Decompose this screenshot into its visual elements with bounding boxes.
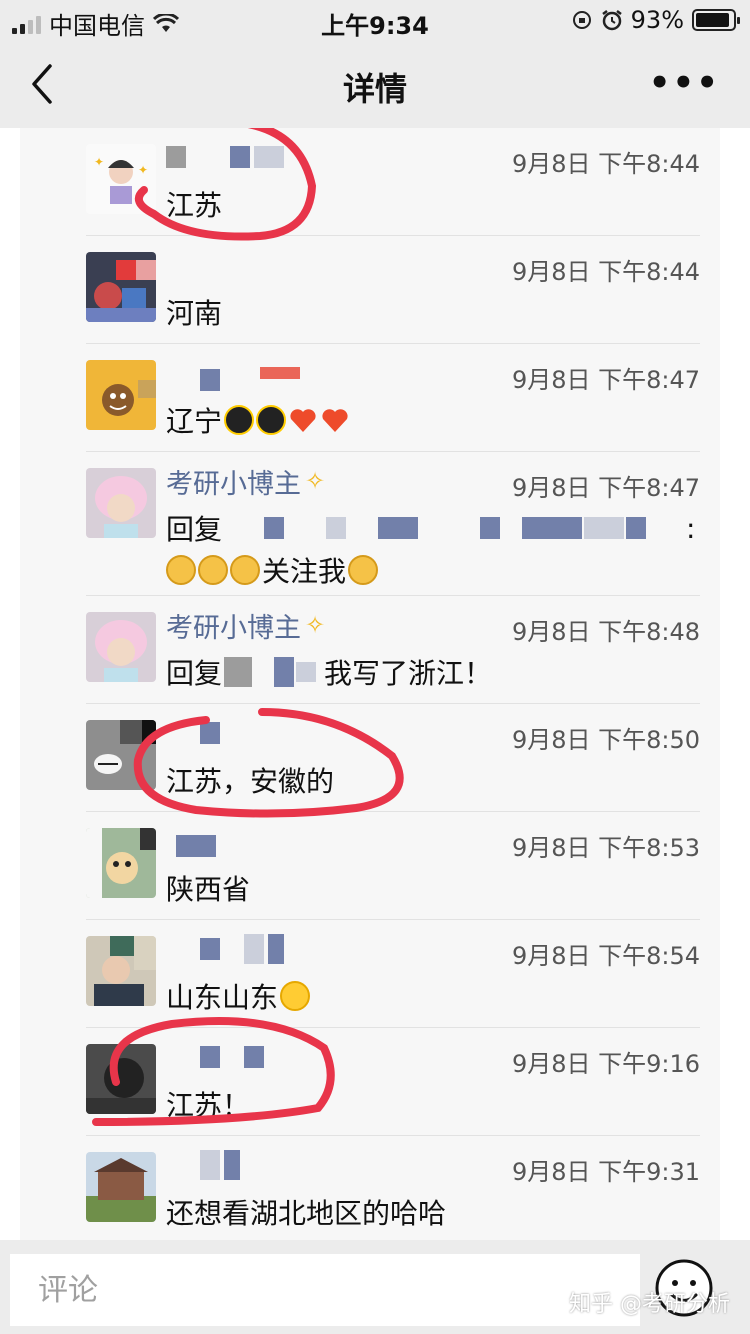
avatar[interactable] [86, 360, 156, 430]
nav-bar: 详情 ••• [0, 40, 750, 128]
comment-text: 河南 [166, 297, 223, 330]
comment-text: 江苏！ [166, 1089, 251, 1122]
battery-percent: 93% [630, 6, 684, 34]
avatar[interactable] [86, 612, 156, 682]
comment-text-body: 辽宁 [166, 405, 223, 438]
reply-label: 回复 [166, 513, 223, 546]
ellipsis-icon: ••• [648, 63, 720, 103]
penguin-emoji-icon [256, 405, 287, 435]
status-bar: 中国电信 上午9:34 93% [0, 0, 750, 40]
avatar[interactable] [86, 1152, 156, 1222]
heart-emoji-icon [290, 409, 316, 432]
comment-time: 9月8日 下午8:44 [511, 150, 700, 178]
comment-row[interactable]: 考研小博主 ✧ 9月8日 下午8:48 回复 我写了浙江！ [20, 596, 720, 704]
doge-emoji-icon [166, 555, 196, 585]
avatar[interactable] [86, 936, 156, 1006]
avatar[interactable] [86, 720, 156, 790]
battery-icon [692, 9, 740, 31]
comment-text: 陕西省 [166, 873, 251, 906]
nickname[interactable]: 考研小博主 ✧ [166, 464, 326, 500]
comment-time: 9月8日 下午9:31 [511, 1158, 700, 1186]
comment-text: 回复 : [166, 508, 695, 548]
comment-time: 9月8日 下午8:53 [511, 834, 700, 862]
comment-row[interactable]: 考研小博主 ✧ 9月8日 下午8:47 回复 : 关注我 [20, 452, 720, 596]
alarm-icon [601, 10, 622, 31]
svg-text:✦: ✦ [94, 155, 104, 169]
comment-time: 9月8日 下午8:50 [511, 726, 700, 754]
avatar[interactable] [86, 252, 156, 322]
svg-text:✦: ✦ [138, 163, 148, 177]
comment-text: 江苏，安徽的 [166, 765, 335, 798]
comment-row[interactable]: 9月8日 下午8:44 河南 [20, 236, 720, 344]
comment-text: 回复 我写了浙江！ [166, 652, 492, 692]
penguin-emoji-icon [224, 405, 255, 435]
nickname-redacted[interactable] [166, 140, 284, 174]
comment-time: 9月8日 下午8:54 [511, 942, 700, 970]
comment-time: 9月8日 下午8:48 [511, 618, 700, 646]
avatar[interactable] [86, 828, 156, 898]
nickname-redacted[interactable] [166, 1148, 240, 1182]
comment-row[interactable]: 9月8日 下午9:16 江苏！ [20, 1028, 720, 1136]
comment-text-body: 山东山东 [166, 981, 279, 1014]
sparkle-icon: ✧ [305, 467, 326, 495]
comment-text: 辽宁 [166, 400, 350, 440]
comment-text: 江苏 [166, 189, 223, 222]
comment-row[interactable]: 9月8日 下午8:53 陕西省 [20, 812, 720, 920]
rotation-lock-icon [572, 11, 591, 29]
comment-row[interactable]: 9月8日 下午9:31 还想看湖北地区的哈哈 [20, 1136, 720, 1240]
comment-text: 还想看湖北地区的哈哈 [166, 1197, 447, 1230]
doge-emoji-icon [230, 555, 260, 585]
comment-row[interactable]: 9月8日 下午8:54 山东山东 [20, 920, 720, 1028]
comment-row[interactable]: 9月8日 下午8:50 江苏，安徽的 [20, 704, 720, 812]
comment-text-body: 我写了浙江！ [324, 657, 493, 690]
reply-label: 回复 [166, 657, 223, 690]
comment-row[interactable]: 9月8日 下午8:47 辽宁 [20, 344, 720, 452]
comment-text-line2: 关注我 [166, 550, 379, 590]
avatar[interactable] [86, 1044, 156, 1114]
sparkle-icon: ✧ [305, 611, 326, 639]
nickname-redacted[interactable] [166, 824, 216, 858]
avatar[interactable] [86, 468, 156, 538]
nickname[interactable]: 考研小博主 ✧ [166, 608, 326, 644]
comment-time: 9月8日 下午9:16 [511, 1050, 700, 1078]
avatar[interactable]: ✦ ✦ [86, 144, 156, 214]
doge-emoji-icon [198, 555, 228, 585]
more-button[interactable]: ••• [649, 66, 720, 100]
nickname-redacted[interactable] [166, 932, 284, 966]
nickname-redacted[interactable] [166, 356, 300, 391]
watermark: 知乎 @考研分析 [569, 1292, 730, 1317]
doge-emoji-icon [348, 555, 379, 585]
comment-time: 9月8日 下午8:47 [511, 366, 700, 394]
comment-time: 9月8日 下午8:47 [511, 474, 700, 502]
comment-bar: 知乎 @考研分析 [0, 1240, 750, 1334]
nickname-redacted[interactable] [166, 716, 220, 750]
comment-text-body: 关注我 [262, 555, 347, 588]
nickname-redacted[interactable] [166, 1040, 264, 1074]
comment-time: 9月8日 下午8:44 [511, 258, 700, 286]
status-right: 93% [571, 6, 740, 34]
comment-row[interactable]: ✦ ✦ 9月8日 下午8:44 江苏 [20, 128, 720, 236]
comment-input[interactable] [10, 1254, 640, 1326]
heart-emoji-icon [322, 409, 348, 432]
comment-list[interactable]: ✦ ✦ 9月8日 下午8:44 江苏 9月8日 下午8:44 河南 9月8日 下午… [20, 128, 720, 1240]
page-title: 详情 [342, 70, 407, 108]
laughing-crying-emoji-icon [280, 981, 311, 1011]
battery-level [696, 13, 730, 27]
comment-text: 山东山东 [166, 976, 311, 1016]
